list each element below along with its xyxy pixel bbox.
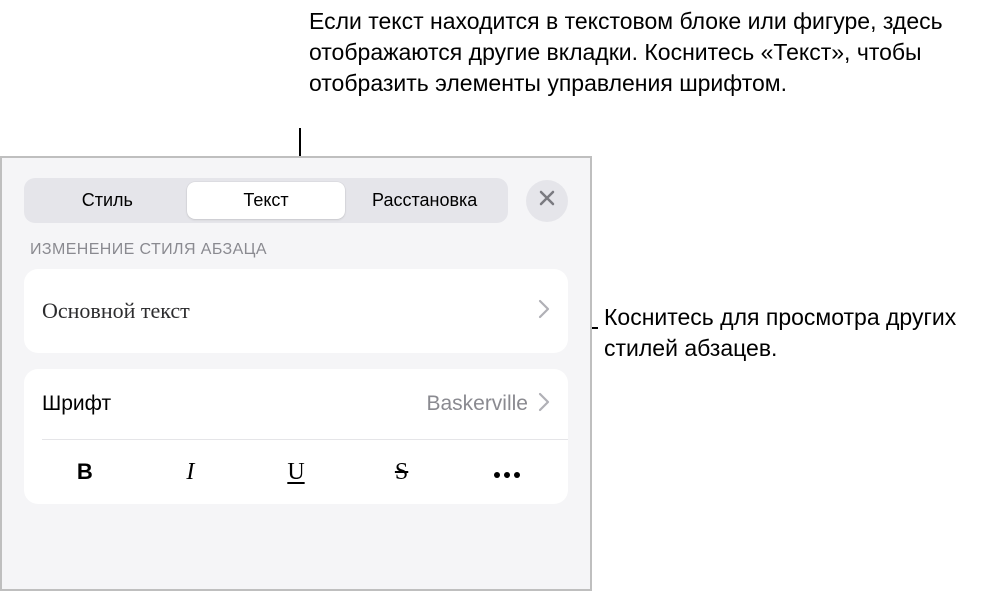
bold-icon: B: [77, 461, 93, 483]
font-card: Шрифт Baskerville B I U: [24, 369, 568, 504]
paragraph-style-card: Основной текст: [24, 269, 568, 353]
tab-row: Стиль Текст Расстановка: [24, 178, 568, 223]
paragraph-style-row[interactable]: Основной текст: [24, 269, 568, 353]
strikethrough-icon: S: [395, 460, 408, 484]
more-icon: [493, 459, 521, 486]
font-value: Baskerville: [426, 392, 528, 416]
font-label: Шрифт: [42, 392, 111, 416]
underline-button[interactable]: U: [243, 460, 349, 484]
paragraph-style-value: Основной текст: [42, 298, 190, 324]
text-format-row: B I U S: [24, 440, 568, 504]
chevron-right-icon: [538, 299, 550, 324]
chevron-right-icon: [538, 392, 550, 417]
close-icon: [538, 189, 556, 212]
section-label-paragraph-style: ИЗМЕНЕНИЕ СТИЛЯ АБЗАЦА: [30, 241, 562, 259]
tab-style[interactable]: Стиль: [28, 182, 187, 219]
underline-icon: U: [287, 460, 304, 484]
strikethrough-button[interactable]: S: [349, 460, 455, 484]
italic-button[interactable]: I: [138, 460, 244, 484]
more-options-button[interactable]: [454, 459, 560, 486]
font-row[interactable]: Шрифт Baskerville: [24, 369, 568, 439]
format-panel: Стиль Текст Расстановка ИЗМЕНЕНИЕ СТИЛЯ …: [0, 156, 592, 591]
close-button[interactable]: [526, 180, 568, 222]
segmented-control: Стиль Текст Расстановка: [24, 178, 508, 223]
tab-text[interactable]: Текст: [187, 182, 346, 219]
italic-icon: I: [186, 460, 194, 484]
callout-top-text: Если текст находится в текстовом блоке и…: [309, 6, 949, 99]
callout-right-text: Коснитесь для просмотра других стилей аб…: [604, 302, 984, 364]
tab-arrange[interactable]: Расстановка: [345, 182, 504, 219]
bold-button[interactable]: B: [32, 461, 138, 483]
